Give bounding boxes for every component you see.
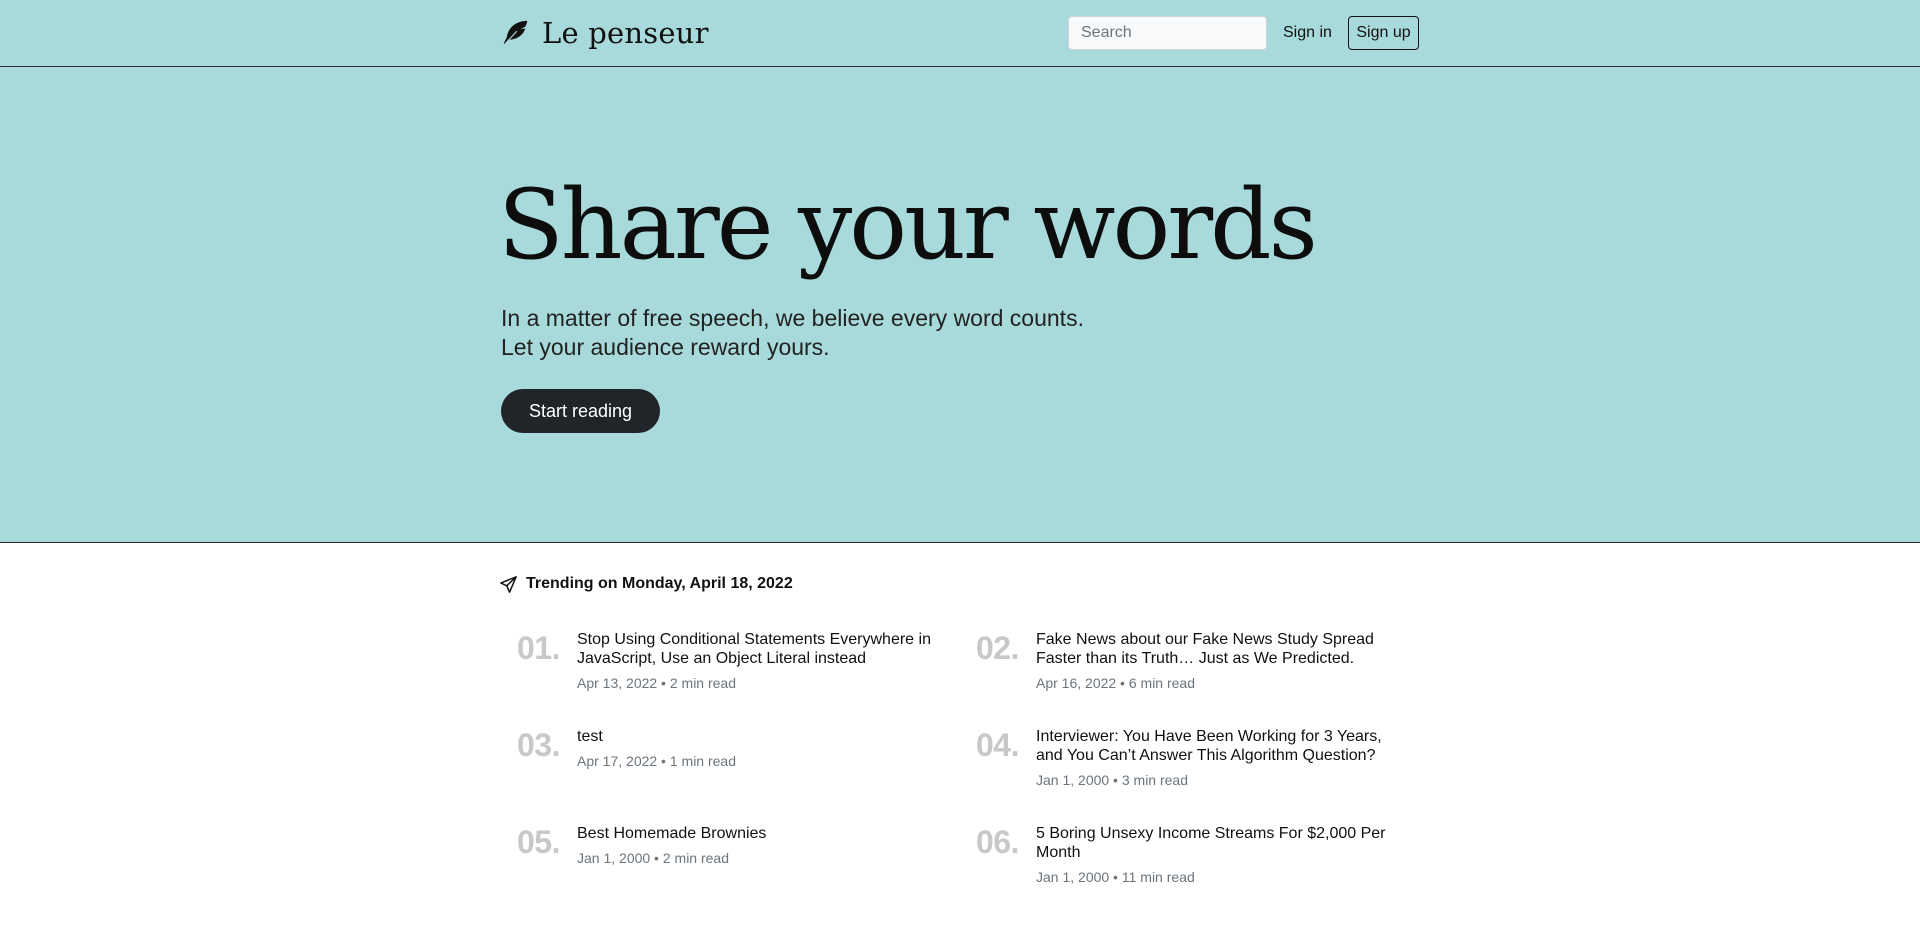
hero-section: Share your words In a matter of free spe… <box>0 67 1920 543</box>
brand-name: Le penseur <box>542 16 709 50</box>
trending-item-meta: Apr 17, 2022 • 1 min read <box>577 753 736 769</box>
trending-item-title[interactable]: Best Homemade Brownies <box>577 824 937 843</box>
trending-title: Trending on Monday, April 18, 2022 <box>526 575 793 592</box>
trending-item-meta: Jan 1, 2000 • 2 min read <box>577 850 729 866</box>
hero-title: Share your words <box>498 169 1318 281</box>
trending-rank: 02. <box>976 630 1019 666</box>
trending-item-meta: Jan 1, 2000 • 11 min read <box>1036 869 1195 885</box>
feather-icon <box>503 20 528 45</box>
trending-rank: 05. <box>517 824 560 860</box>
paper-plane-icon <box>500 575 517 593</box>
trending-rank: 03. <box>517 727 560 763</box>
start-reading-button[interactable]: Start reading <box>501 389 660 433</box>
sign-up-button[interactable]: Sign up <box>1348 16 1419 50</box>
trending-item-title[interactable]: test <box>577 727 937 746</box>
trending-item-title[interactable]: 5 Boring Unsexy Income Streams For $2,00… <box>1036 824 1396 862</box>
hero-subtitle-line-2: Let your audience reward yours. <box>501 334 830 360</box>
trending-rank: 06. <box>976 824 1019 860</box>
hero-subtitle-line-1: In a matter of free speech, we believe e… <box>501 305 1084 331</box>
trending-item-meta: Apr 13, 2022 • 2 min read <box>577 675 736 691</box>
hero-subtitle: In a matter of free speech, we believe e… <box>501 304 1141 362</box>
trending-heading: Trending on Monday, April 18, 2022 <box>500 573 793 595</box>
trending-item-title[interactable]: Stop Using Conditional Statements Everyw… <box>577 630 937 668</box>
brand-logo-link[interactable]: Le penseur <box>500 13 709 53</box>
search-input[interactable] <box>1068 16 1267 50</box>
sign-in-link[interactable]: Sign in <box>1283 19 1332 47</box>
trending-rank: 01. <box>517 630 560 666</box>
trending-item-meta: Apr 16, 2022 • 6 min read <box>1036 675 1195 691</box>
trending-rank: 04. <box>976 727 1019 763</box>
trending-item-meta: Jan 1, 2000 • 3 min read <box>1036 772 1188 788</box>
trending-item-title[interactable]: Interviewer: You Have Been Working for 3… <box>1036 727 1396 765</box>
top-navbar: Le penseur Sign in Sign up <box>0 0 1920 67</box>
trending-item-title[interactable]: Fake News about our Fake News Study Spre… <box>1036 630 1396 668</box>
